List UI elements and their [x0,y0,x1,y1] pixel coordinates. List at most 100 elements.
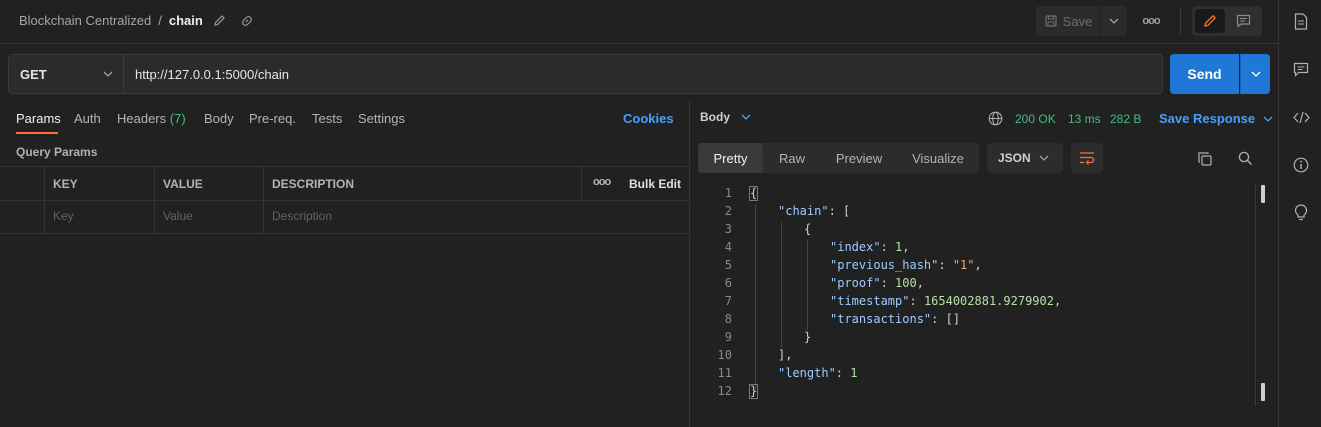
json-value: 1654002881.9279902 [923,294,1054,308]
code-icon[interactable] [1291,107,1311,127]
json-key: "chain" [778,204,829,218]
send-label: Send [1187,66,1222,82]
code-line: "length": 1 [778,366,858,380]
code-line: "index": 1, [830,240,910,254]
scrollbar-thumb[interactable] [1261,185,1265,203]
column-key: KEY [53,177,78,191]
copy-icon[interactable] [1197,151,1213,167]
line-number: 9 [724,330,732,344]
tab-raw[interactable]: Raw [763,143,821,173]
breadcrumb-collection[interactable]: Blockchain Centralized [19,13,151,28]
divider [1180,8,1181,34]
pane-splitter[interactable] [689,101,690,427]
wrap-icon [1079,151,1095,165]
more-icon: ooo [1142,15,1160,27]
indent-guide [755,204,756,390]
bulk-edit-button[interactable]: Bulk Edit [629,177,681,191]
globe-icon[interactable] [988,111,1003,126]
tab-preview[interactable]: Preview [821,143,897,173]
method-select[interactable]: GET [8,54,124,94]
pencil-icon[interactable] [213,14,226,27]
comments-icon[interactable] [1291,59,1311,79]
line-number: 11 [717,366,732,380]
param-description-input[interactable]: Description [264,201,689,233]
tab-pretty[interactable]: Pretty [698,143,763,173]
line-number: 4 [724,240,732,254]
chevron-down-icon [1263,116,1273,122]
edit-mode-button[interactable] [1195,9,1225,33]
param-value-input[interactable]: Value [155,201,263,233]
method-label: GET [20,66,47,82]
search-icon[interactable] [1238,151,1253,166]
json-key: "proof" [830,276,881,290]
headers-count: (7) [169,111,186,126]
json-key: "previous_hash" [830,258,939,272]
response-body-select[interactable]: Body [700,110,751,124]
code-line: { [804,222,812,236]
tab-headers[interactable]: Headers (7) [117,111,186,126]
send-button[interactable]: Send [1170,54,1239,94]
param-key-input[interactable]: Key [45,201,154,233]
indent-guide [807,240,808,330]
more-options-button[interactable]: ooo [1140,11,1162,31]
wrap-lines-button[interactable] [1071,143,1103,173]
code-line: "chain": [ [778,204,850,218]
response-size[interactable]: 282 B [1110,112,1141,126]
tab-settings[interactable]: Settings [358,111,405,126]
json-value: 1 [895,240,903,254]
code-line: "previous_hash": "1", [830,258,982,272]
status-code[interactable]: 200 OK [1015,112,1056,126]
save-dropdown-button[interactable] [1101,6,1127,36]
documentation-icon[interactable] [1291,11,1311,31]
indent-guide [781,222,782,348]
link-icon[interactable] [240,14,254,28]
code-line: "transactions": [] [830,312,961,326]
response-time[interactable]: 13 ms [1068,112,1101,126]
json-key: "length" [778,366,836,380]
code-line: } [804,330,812,344]
table-border [581,166,582,200]
request-name[interactable]: chain [169,13,203,28]
scrollbar-thumb[interactable] [1261,383,1265,401]
format-select[interactable]: JSON [987,143,1063,173]
code-line: { [750,186,758,200]
chevron-down-icon [1039,155,1049,161]
line-number: 7 [724,294,732,308]
tab-tests[interactable]: Tests [312,111,342,126]
line-number: 6 [724,276,732,290]
param-value-placeholder: Value [163,209,193,223]
column-value: VALUE [163,177,203,191]
info-icon[interactable] [1291,155,1311,175]
tab-visualize[interactable]: Visualize [897,143,979,173]
top-bar: Blockchain Centralized / chain Save ooo [0,0,1278,44]
tab-body[interactable]: Body [204,111,234,126]
table-border [0,166,689,167]
chevron-down-icon [741,114,751,120]
save-icon [1044,14,1058,28]
url-input[interactable]: http://127.0.0.1:5000/chain [124,54,1163,94]
save-response-label: Save Response [1159,111,1256,126]
scrollbar-track[interactable] [1255,183,1256,406]
body-label: Body [700,110,730,124]
save-response-button[interactable]: Save Response [1159,111,1273,126]
save-label: Save [1062,13,1093,29]
chevron-down-icon [1109,18,1119,24]
table-border [0,233,689,234]
url-text: http://127.0.0.1:5000/chain [135,66,289,82]
tab-params[interactable]: Params [16,111,61,126]
comment-mode-button[interactable] [1228,9,1258,33]
line-number: 3 [724,222,732,236]
tab-pre-request[interactable]: Pre-req. [249,111,296,126]
send-dropdown-button[interactable] [1240,54,1270,94]
tab-auth[interactable]: Auth [74,111,101,126]
json-key: "timestamp" [830,294,910,308]
breadcrumb-separator: / [158,13,162,28]
lightbulb-icon[interactable] [1291,202,1311,222]
line-number: 8 [724,312,732,326]
save-button[interactable]: Save [1036,6,1100,36]
cookies-link[interactable]: Cookies [623,111,674,126]
json-value: "1" [952,258,975,272]
json-value: 1 [850,366,858,380]
table-more-button[interactable]: ooo [593,176,611,188]
response-view-tabs: Pretty Raw Preview Visualize [698,143,979,173]
